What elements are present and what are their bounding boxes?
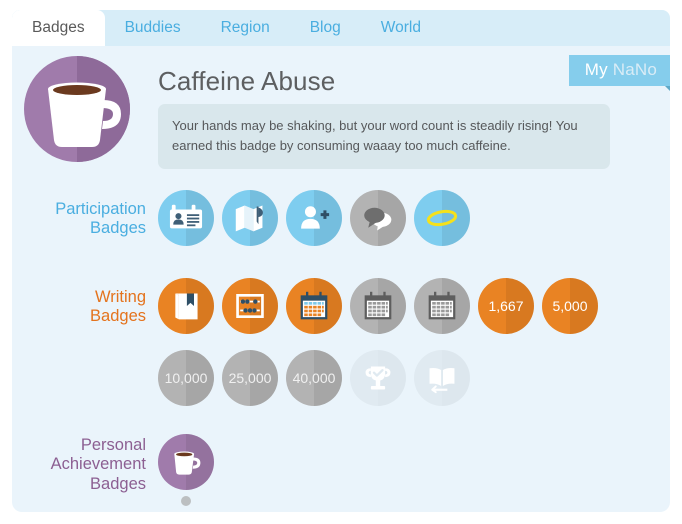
tab-blog[interactable]: Blog bbox=[290, 10, 361, 46]
add-person-icon bbox=[286, 190, 342, 246]
section-label-personal-line3: Badges bbox=[90, 474, 146, 493]
badge-trophy-check-icon[interactable] bbox=[350, 350, 406, 406]
tab-badges-label: Badges bbox=[32, 19, 85, 36]
tab-bar: Badges Buddies Region Blog World bbox=[12, 10, 670, 46]
tab-world[interactable]: World bbox=[361, 10, 441, 46]
badge-label-10000: 10,000 bbox=[164, 370, 208, 386]
badge-book-bookmark-icon[interactable] bbox=[158, 278, 214, 334]
tab-world-label: World bbox=[380, 19, 421, 36]
badge-label-40000: 40,000 bbox=[292, 370, 336, 386]
open-book-arrow-icon bbox=[414, 350, 470, 406]
section-label-writing-line2: Badges bbox=[90, 307, 146, 326]
badge-calendar-icon-2[interactable] bbox=[350, 278, 406, 334]
calendar-icon bbox=[414, 278, 470, 334]
calendar-icon bbox=[286, 278, 342, 334]
page-title: Caffeine Abuse bbox=[158, 66, 336, 96]
writing-badge-row-1: 1,667 5,000 bbox=[158, 278, 598, 334]
tab-blog-label: Blog bbox=[309, 19, 341, 36]
participation-badge-row bbox=[158, 190, 470, 246]
book-bookmark-icon bbox=[158, 278, 214, 334]
badge-label-1667: 1,667 bbox=[488, 298, 524, 314]
badge-speech-bubble-icon[interactable] bbox=[350, 190, 406, 246]
section-label-personal-line2: Achievement bbox=[50, 455, 146, 474]
badge-wordcount-1667[interactable]: 1,667 bbox=[478, 278, 534, 334]
writing-badge-row-2: 10,000 25,000 40,000 bbox=[158, 350, 470, 406]
tab-buddies-label: Buddies bbox=[124, 19, 181, 36]
id-card-icon bbox=[158, 190, 214, 246]
badge-add-person-icon[interactable] bbox=[286, 190, 342, 246]
tab-buddies[interactable]: Buddies bbox=[105, 10, 201, 46]
halo-icon bbox=[414, 190, 470, 246]
section-label-personal-line1: Personal bbox=[80, 436, 146, 454]
section-label-personal: Personal Achievement Badges bbox=[12, 436, 146, 494]
featured-badge-coffee-cup-icon bbox=[24, 56, 130, 162]
tab-region[interactable]: Region bbox=[201, 10, 290, 46]
tab-badges[interactable]: Badges bbox=[12, 10, 105, 46]
section-label-participation-line2: Badges bbox=[90, 219, 146, 238]
my-nano-primary: My bbox=[584, 60, 608, 79]
badge-wordcount-40000[interactable]: 40,000 bbox=[286, 350, 342, 406]
badge-calendar-icon-1[interactable] bbox=[286, 278, 342, 334]
badge-label-5000: 5,000 bbox=[552, 298, 588, 314]
badge-map-icon[interactable] bbox=[222, 190, 278, 246]
section-label-participation: Participation Badges bbox=[12, 200, 146, 239]
badge-wrap-coffee-cup bbox=[158, 434, 214, 506]
badge-calendar-icon-3[interactable] bbox=[414, 278, 470, 334]
badge-selected-indicator bbox=[181, 496, 191, 506]
map-icon bbox=[222, 190, 278, 246]
badge-halo-icon[interactable] bbox=[414, 190, 470, 246]
speech-bubble-icon bbox=[350, 190, 406, 246]
personal-badge-row bbox=[158, 434, 214, 506]
badge-label-25000: 25,000 bbox=[228, 370, 272, 386]
my-nano-flag[interactable]: My NaNo bbox=[568, 55, 671, 91]
calendar-icon bbox=[350, 278, 406, 334]
trophy-check-icon bbox=[350, 350, 406, 406]
section-label-participation-line1: Participation bbox=[55, 200, 146, 218]
badge-abacus-icon[interactable] bbox=[222, 278, 278, 334]
badge-id-card-icon[interactable] bbox=[158, 190, 214, 246]
badge-coffee-cup-icon[interactable] bbox=[158, 434, 214, 490]
badge-wordcount-5000[interactable]: 5,000 bbox=[542, 278, 598, 334]
badges-panel: My NaNo Caffeine Abuse Your hands may be… bbox=[12, 46, 671, 512]
my-nano-secondary: NaNo bbox=[612, 60, 657, 79]
section-label-writing-line1: Writing bbox=[94, 288, 146, 306]
badge-wordcount-25000[interactable]: 25,000 bbox=[222, 350, 278, 406]
badges-page: Badges Buddies Region Blog World My NaNo bbox=[0, 0, 682, 524]
abacus-icon bbox=[222, 278, 278, 334]
coffee-cup-icon bbox=[158, 434, 214, 490]
tab-region-label: Region bbox=[220, 19, 270, 36]
section-label-writing: Writing Badges bbox=[12, 288, 146, 327]
badge-open-book-arrow-icon[interactable] bbox=[414, 350, 470, 406]
badge-description: Your hands may be shaking, but your word… bbox=[158, 104, 610, 170]
badge-wordcount-10000[interactable]: 10,000 bbox=[158, 350, 214, 406]
